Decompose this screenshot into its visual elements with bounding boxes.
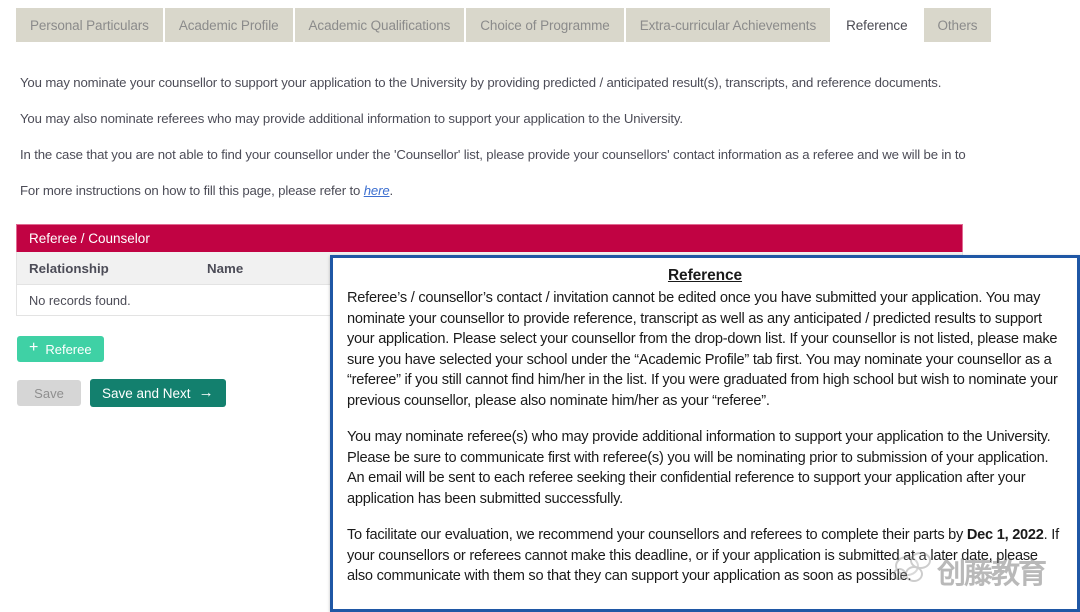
here-link[interactable]: here xyxy=(364,183,390,198)
tab-academic-profile[interactable]: Academic Profile xyxy=(164,8,293,42)
overlay-paragraph-3-prefix: To facilitate our evaluation, we recomme… xyxy=(347,527,967,543)
intro-paragraph-3: In the case that you are not able to fin… xyxy=(20,147,966,162)
tab-reference[interactable]: Reference xyxy=(832,8,922,42)
deadline-date: Dec 1, 2022 xyxy=(966,527,1044,543)
intro-text-block: You may nominate your counsellor to supp… xyxy=(20,66,1080,218)
panel-title: Referee / Counselor xyxy=(16,224,963,252)
overlay-paragraph-1: Referee’s / counsellor’s contact / invit… xyxy=(347,290,1058,409)
tab-bar: Personal Particulars Academic Profile Ac… xyxy=(16,8,992,42)
overlay-paragraph-2: You may nominate referee(s) who may prov… xyxy=(347,429,1051,507)
tab-academic-qualifications[interactable]: Academic Qualifications xyxy=(294,8,465,42)
save-and-next-button[interactable]: Save and Next → xyxy=(90,379,226,407)
intro-paragraph-1: You may nominate your counsellor to supp… xyxy=(20,75,942,90)
save-and-next-label: Save and Next xyxy=(102,385,191,401)
empty-state-message: No records found. xyxy=(29,292,131,308)
plus-icon: + xyxy=(29,339,39,356)
tab-others[interactable]: Others xyxy=(923,8,992,42)
intro-paragraph-4-suffix: . xyxy=(389,183,394,198)
add-referee-label: Referee xyxy=(45,341,92,357)
column-header-relationship: Relationship xyxy=(29,260,109,276)
arrow-right-icon: → xyxy=(198,383,214,401)
tab-personal-particulars[interactable]: Personal Particulars xyxy=(16,8,163,42)
save-button[interactable]: Save xyxy=(17,380,81,406)
intro-paragraph-4-prefix: For more instructions on how to fill thi… xyxy=(20,183,364,198)
intro-paragraph-2: You may also nominate referees who may p… xyxy=(20,111,683,126)
tab-choice-of-programme[interactable]: Choice of Programme xyxy=(466,8,624,42)
intro-paragraph-4: For more instructions on how to fill thi… xyxy=(20,182,1080,200)
overlay-paragraph-3: To facilitate our evaluation, we recomme… xyxy=(347,525,1063,587)
tab-extra-curricular-achievements[interactable]: Extra-curricular Achievements xyxy=(625,8,831,42)
add-referee-button[interactable]: + Referee xyxy=(17,336,104,362)
reference-info-overlay: Reference Referee’s / counsellor’s conta… xyxy=(330,255,1080,612)
overlay-title: Reference xyxy=(667,267,743,284)
